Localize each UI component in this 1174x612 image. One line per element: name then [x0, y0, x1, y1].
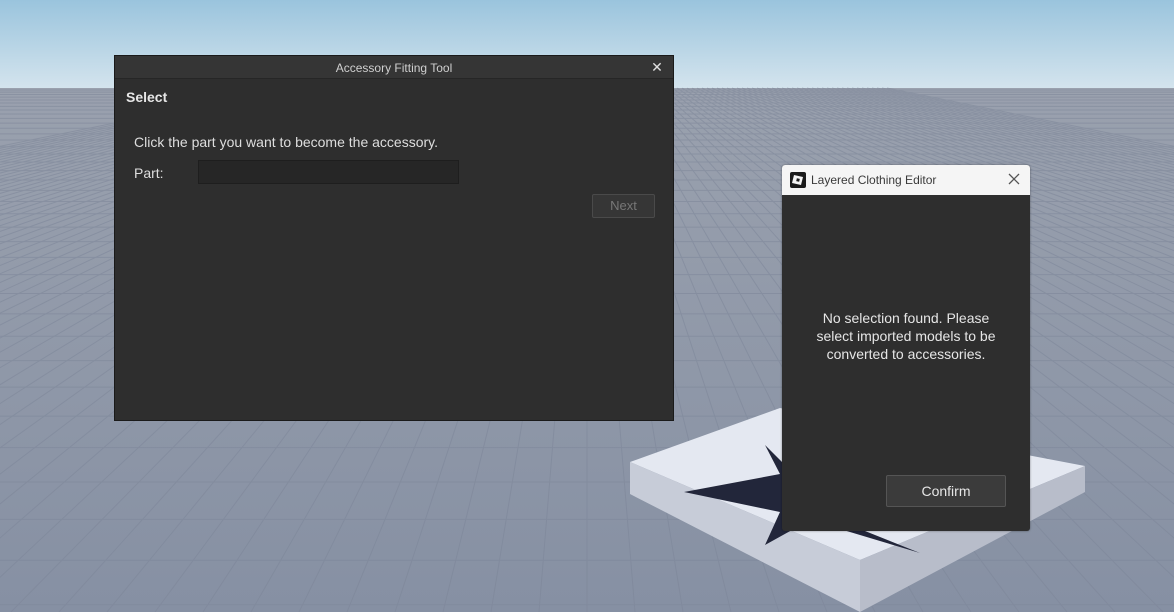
accessory-fitting-tool-window: Accessory Fitting Tool ✕ Select Click th…: [114, 55, 674, 421]
no-selection-message: No selection found. Please select import…: [816, 310, 996, 362]
close-icon[interactable]: ✕: [649, 59, 665, 75]
part-input[interactable]: [198, 160, 459, 184]
close-icon[interactable]: [1006, 171, 1022, 187]
lce-titlebar[interactable]: Layered Clothing Editor: [782, 165, 1030, 195]
aft-step-heading: Select: [126, 89, 168, 105]
aft-window-title: Accessory Fitting Tool: [335, 61, 453, 75]
part-field-label: Part:: [134, 165, 164, 181]
roblox-studio-logo-icon: [790, 172, 806, 188]
layered-clothing-editor-window: Layered Clothing Editor No selection fou…: [782, 165, 1030, 531]
confirm-button[interactable]: Confirm: [886, 475, 1006, 507]
aft-titlebar[interactable]: Accessory Fitting Tool ✕: [115, 56, 673, 79]
lce-window-title: Layered Clothing Editor: [811, 173, 937, 187]
studio-viewport[interactable]: Accessory Fitting Tool ✕ Select Click th…: [0, 0, 1174, 612]
next-button[interactable]: Next: [592, 194, 655, 218]
aft-instruction-text: Click the part you want to become the ac…: [134, 134, 438, 150]
